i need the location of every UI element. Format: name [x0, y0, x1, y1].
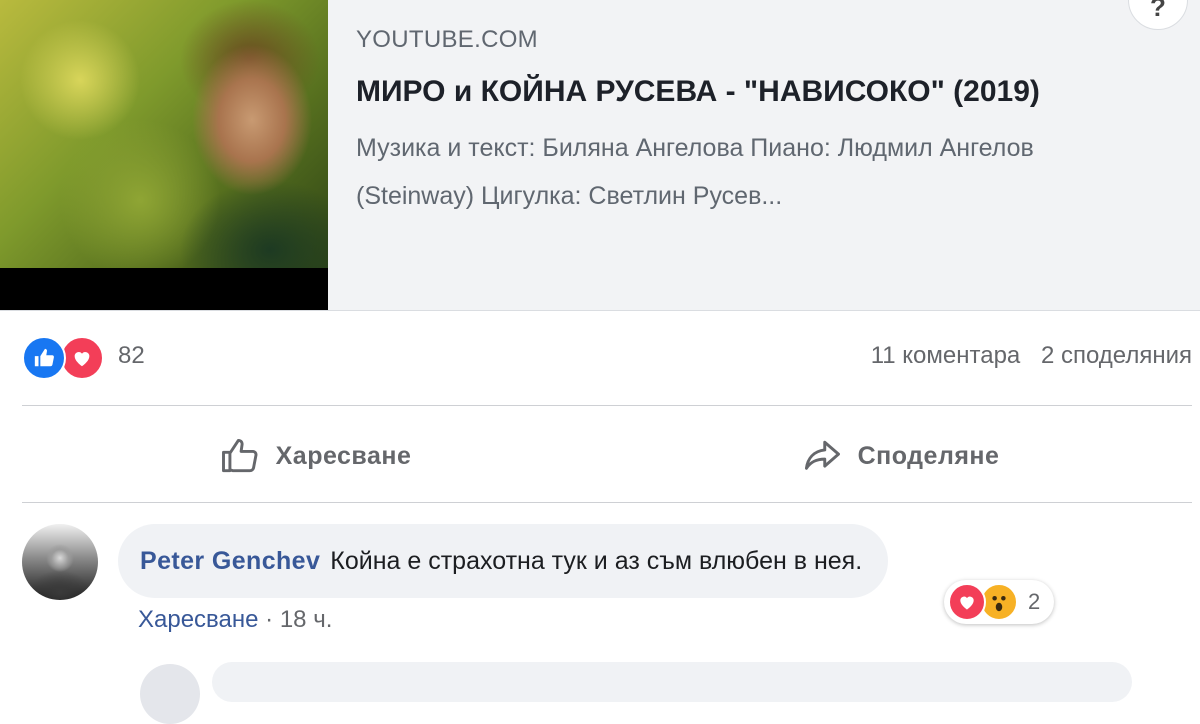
divider — [22, 405, 1192, 406]
share-button[interactable]: Споделяне — [607, 410, 1192, 502]
link-title[interactable]: МИРО и КОЙНА РУСЕВА - "НАВИСОКО" (2019) — [356, 68, 1176, 116]
like-button[interactable]: Харесване — [22, 410, 607, 502]
reaction-count[interactable]: 82 — [118, 342, 145, 370]
thumbnail-letterbox — [0, 268, 328, 310]
meta-separator: · — [265, 606, 274, 633]
link-description: Музика и текст: Биляна Ангелова Пиано: Л… — [356, 134, 1034, 210]
link-source-domain: YOUTUBE.COM — [356, 26, 538, 53]
avatar[interactable] — [22, 524, 98, 600]
share-arrow-icon — [804, 440, 840, 470]
next-comment-bubble — [212, 662, 1132, 702]
next-comment-avatar[interactable] — [140, 664, 200, 724]
divider — [22, 502, 1192, 503]
post-stats: 11 коментара 2 споделяния — [857, 342, 1192, 370]
thumbnail-image — [0, 0, 328, 268]
comment-meta: Харесване · 18 ч. — [138, 606, 332, 634]
share-count-link[interactable]: 2 споделяния — [1041, 342, 1192, 369]
share-button-label: Споделяне — [857, 441, 1000, 470]
comment-text: Койна е страхотна тук и аз съм влюбен в … — [330, 546, 863, 575]
reactions-summary: 82 11 коментара 2 споделяния — [22, 336, 1192, 380]
post-actions: Харесване Споделяне — [22, 410, 1192, 502]
reaction-icons[interactable] — [22, 336, 104, 380]
thumbs-up-icon — [221, 438, 258, 473]
link-preview-text: YOUTUBE.COM МИРО и КОЙНА РУСЕВА - "НАВИС… — [356, 26, 1176, 220]
love-icon — [948, 583, 986, 621]
video-thumbnail[interactable] — [0, 0, 328, 310]
comment-timestamp[interactable]: 18 ч. — [280, 606, 333, 633]
comment-reaction-count: 2 — [1028, 589, 1041, 614]
comment-author[interactable]: Peter Genchev — [140, 547, 320, 576]
like-button-label: Харесване — [275, 441, 412, 470]
love-icon — [60, 336, 104, 380]
link-preview-card[interactable]: YOUTUBE.COM МИРО и КОЙНА РУСЕВА - "НАВИС… — [0, 0, 1200, 311]
comment-like-link[interactable]: Харесване — [138, 606, 258, 633]
comment-reactions[interactable]: 2 — [944, 580, 1055, 624]
comment-count-link[interactable]: 11 коментара — [871, 342, 1021, 369]
comment-bubble: Peter Genchev Койна е страхотна тук и аз… — [118, 524, 889, 598]
like-icon — [22, 336, 66, 380]
